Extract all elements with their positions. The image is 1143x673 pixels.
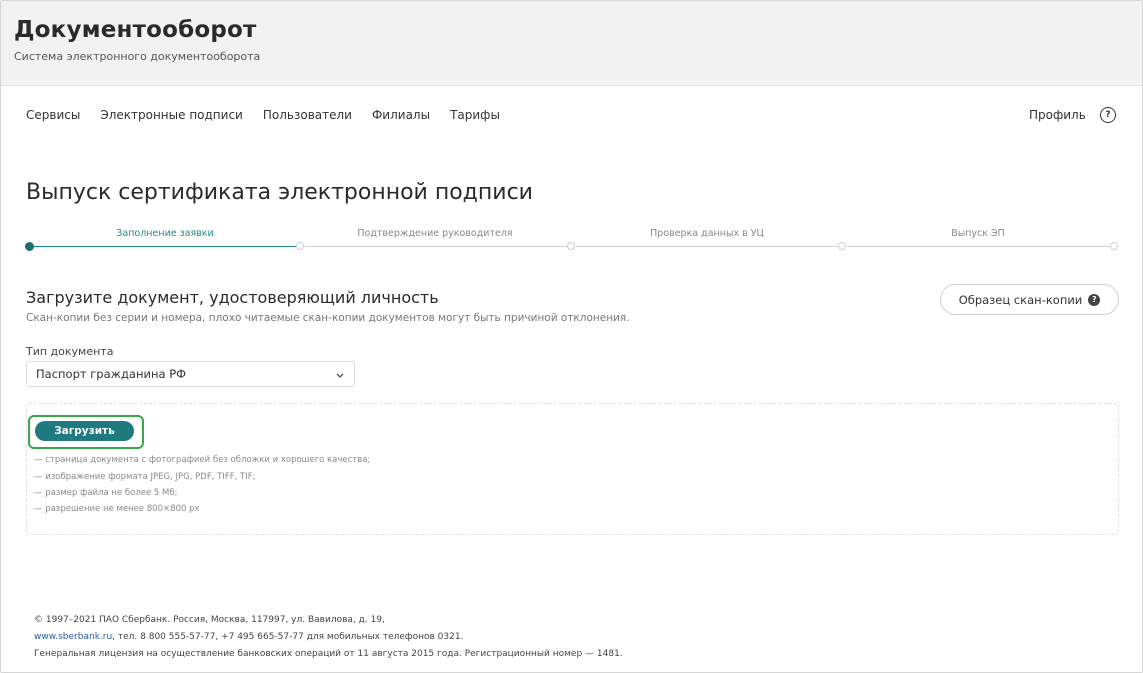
doc-type-value: Паспорт гражданина РФ [36,367,187,381]
step-line-1 [31,246,296,247]
doc-type-select[interactable]: Паспорт гражданина РФ [26,361,355,387]
progress-stepper: Заполнение заявки Подтверждение руководи… [25,226,1120,256]
page-title: Выпуск сертификата электронной подписи [26,180,533,205]
step-label-1: Заполнение заявки [116,228,214,239]
requirement-item: — разрешение не менее 800×800 px [34,504,200,514]
step-line-3 [576,246,839,247]
requirement-item: — изображение формата JPEG, JPG, PDF, TI… [34,472,256,482]
upload-dropzone[interactable] [26,403,1119,535]
sample-scan-label: Образец скан-копии [958,292,1083,307]
step-dot-1 [25,242,34,251]
window-frame [0,0,1143,673]
sberbank-link[interactable]: www.sberbank.ru [34,632,112,642]
step-label-4: Выпуск ЭП [951,228,1005,239]
doc-type-label: Тип документа [26,345,114,358]
app-header: Документооборот Система электронного док… [1,1,1142,86]
nav-item-users[interactable]: Пользователи [263,108,352,122]
nav-item-signatures[interactable]: Электронные подписи [100,108,243,122]
step-dot-4 [838,242,846,250]
step-label-2: Подтверждение руководителя [357,228,513,239]
step-label-3: Проверка данных в УЦ [650,228,764,239]
main-nav: Сервисы Электронные подписи Пользователи… [26,108,500,122]
footer-copyright: © 1997–2021 ПАО Сбербанк. Россия, Москва… [34,615,385,625]
step-dot-5 [1110,242,1118,250]
help-icon[interactable]: ? [1100,107,1116,123]
profile-link[interactable]: Профиль [1029,108,1086,122]
step-dot-2 [296,242,304,250]
nav-item-branches[interactable]: Филиалы [372,108,430,122]
requirement-item: — размер файла не более 5 Мб; [34,488,178,498]
nav-item-services[interactable]: Сервисы [26,108,80,122]
step-line-4 [847,246,1110,247]
question-icon: ? [1088,293,1101,306]
chevron-down-icon [335,367,345,386]
step-dot-3 [567,242,575,250]
app-subtitle: Система электронного документооборота [14,50,261,63]
step-line-2 [305,246,568,247]
nav-item-tariffs[interactable]: Тарифы [450,108,500,122]
app-title: Документооборот [14,17,257,43]
upload-button[interactable]: Загрузить [35,421,134,441]
footer-contacts: www.sberbank.ru, тел. 8 800 555-57-77, +… [34,632,463,642]
footer-license: Генеральная лицензия на осуществление ба… [34,649,623,659]
requirement-item: — страница документа с фотографией без о… [34,455,371,465]
section-title: Загрузите документ, удостоверяющий лично… [26,288,439,307]
footer-phones: , тел. 8 800 555-57-77, +7 495 665-57-77… [112,632,464,642]
section-description: Скан-копии без серии и номера, плохо чит… [26,312,630,324]
sample-scan-button[interactable]: Образец скан-копии ? [940,284,1119,315]
